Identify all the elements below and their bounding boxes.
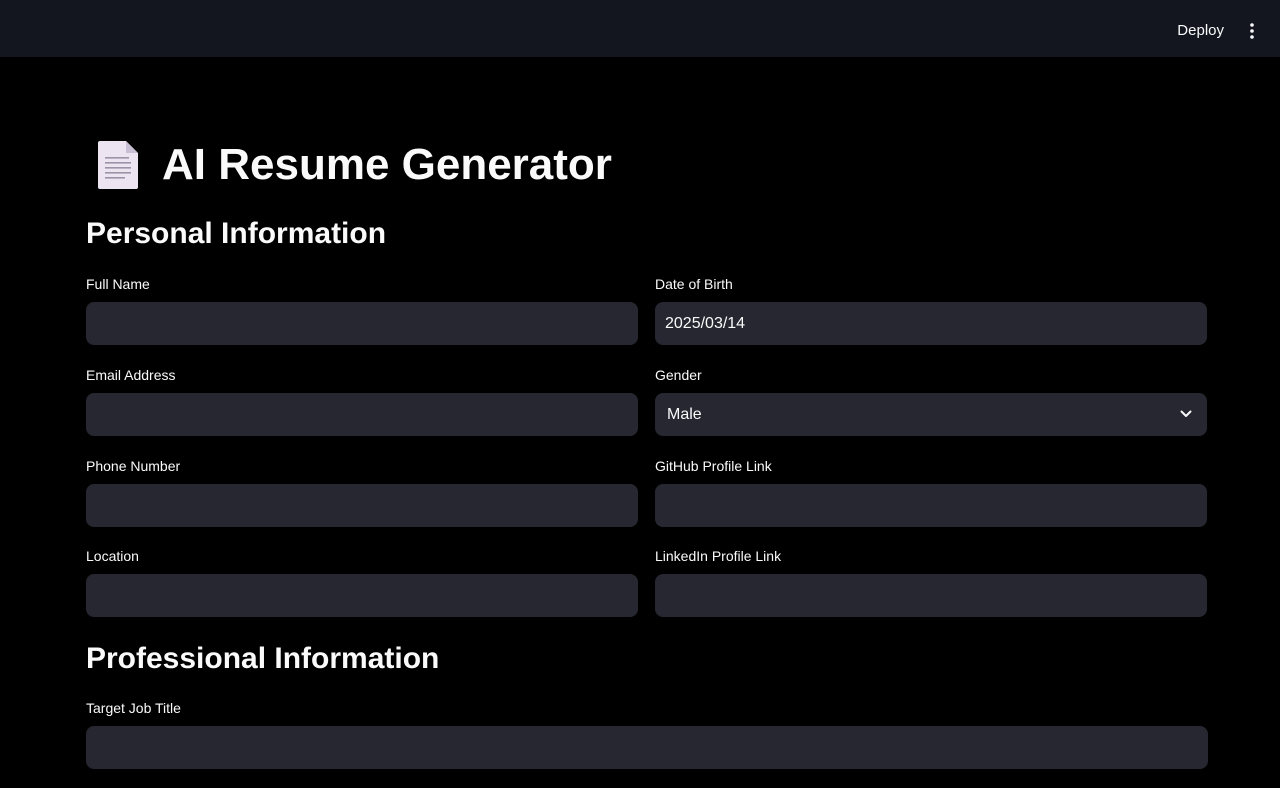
- linkedin-profile-field: LinkedIn Profile Link: [655, 547, 1207, 617]
- page-title: AI Resume Generator: [162, 140, 612, 189]
- github-profile-input[interactable]: [655, 484, 1207, 527]
- personal-information-heading: Personal Information: [86, 217, 387, 250]
- target-job-title-field: Target Job Title: [86, 699, 1208, 769]
- chevron-down-icon: [1180, 410, 1192, 417]
- location-input[interactable]: [86, 574, 638, 617]
- deploy-button[interactable]: Deploy: [1173, 18, 1228, 44]
- date-of-birth-label: Date of Birth: [655, 276, 733, 292]
- full-name-field: Full Name: [86, 275, 638, 345]
- full-name-label: Full Name: [86, 276, 150, 292]
- top-toolbar: Deploy: [0, 0, 1280, 57]
- target-job-title-label: Target Job Title: [86, 700, 181, 716]
- target-job-title-input[interactable]: [86, 726, 1208, 769]
- gender-field: Gender Male: [655, 366, 1207, 436]
- phone-number-label: Phone Number: [86, 458, 181, 474]
- page-document-icon: [98, 141, 138, 189]
- full-name-input[interactable]: [86, 302, 638, 345]
- main-menu-button[interactable]: [1242, 18, 1262, 44]
- location-field: Location: [86, 547, 638, 617]
- email-address-label: Email Address: [86, 367, 176, 383]
- linkedin-profile-label: LinkedIn Profile Link: [655, 548, 782, 564]
- date-of-birth-input[interactable]: [655, 302, 1207, 345]
- gender-select[interactable]: Male: [655, 393, 1207, 436]
- date-of-birth-field: Date of Birth: [655, 275, 1207, 345]
- phone-number-input[interactable]: [86, 484, 638, 527]
- professional-information-heading: Professional Information: [86, 642, 440, 675]
- linkedin-profile-input[interactable]: [655, 574, 1207, 617]
- location-label: Location: [86, 548, 139, 564]
- github-profile-label: GitHub Profile Link: [655, 458, 772, 474]
- github-profile-field: GitHub Profile Link: [655, 457, 1207, 527]
- email-address-input[interactable]: [86, 393, 638, 436]
- email-address-field: Email Address: [86, 366, 638, 436]
- gender-selected-value: Male: [667, 405, 702, 423]
- phone-number-field: Phone Number: [86, 457, 638, 527]
- gender-label: Gender: [655, 367, 702, 383]
- page-header: AI Resume Generator: [86, 137, 612, 193]
- more-vertical-icon: [1250, 23, 1254, 39]
